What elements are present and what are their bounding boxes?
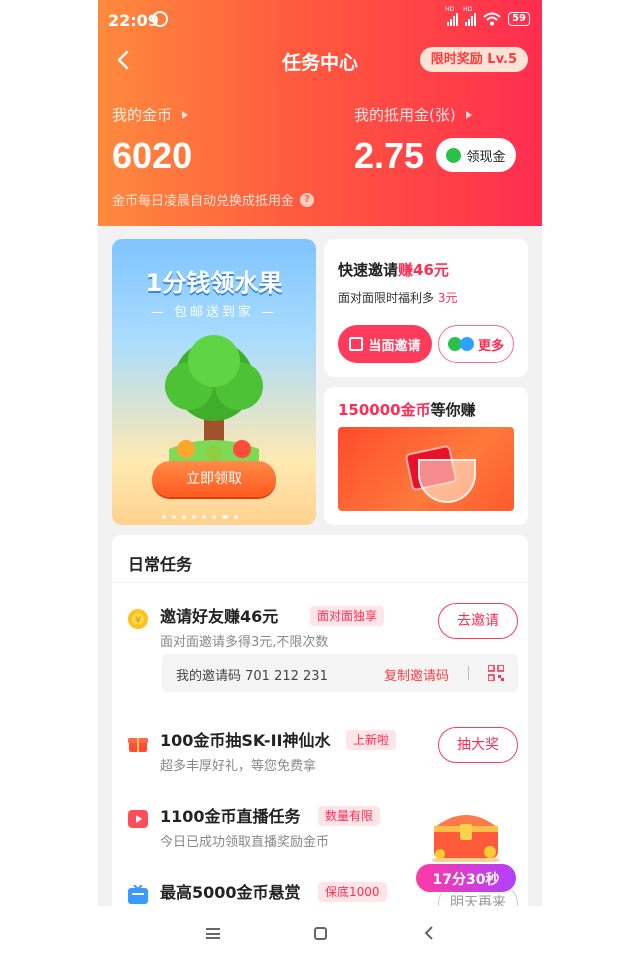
gift-icon [128, 738, 148, 752]
coin-card-title: 150000金币等你赚 [338, 401, 476, 419]
task-badge: 面对面独享 [310, 606, 385, 626]
invite-code: 我的邀请码 701 212 231 [176, 669, 328, 684]
status-bar: 22:09 HD HD 59 [98, 0, 542, 40]
quick-invite-card[interactable]: 快速邀请赚46元 面对面限时福利多 3元 当面邀请 更多 [324, 239, 528, 377]
battery-icon: 59 [508, 12, 530, 26]
home-icon[interactable] [314, 927, 327, 940]
arrow-right-icon [465, 110, 472, 119]
back-nav-icon[interactable] [422, 926, 436, 940]
wifi-icon [483, 12, 501, 26]
fruit-tree-illustration [165, 335, 263, 461]
treasure-chest-widget[interactable]: 17分30秒 [414, 800, 518, 896]
coins-label[interactable]: 我的金币 [112, 104, 189, 125]
treasure-chest-icon [432, 815, 500, 864]
header-hero: 22:09 HD HD 59 任务中心 限时奖励 Lv.5 我的金币 6020 … [98, 0, 542, 226]
coin-icon: ¥ [128, 609, 148, 629]
alarm-icon [152, 11, 168, 27]
daily-tasks-panel: 日常任务 ¥ 邀请好友赚46元 面对面独享 面对面邀请多得3元,不限次数 去邀请… [112, 535, 528, 960]
more-share-button[interactable]: 更多 [438, 325, 514, 363]
signal-icon-2: HD [463, 6, 477, 26]
nav-bar: 任务中心 限时奖励 Lv.5 [98, 40, 542, 80]
countdown-timer: 17分30秒 [414, 862, 518, 894]
invite-card-subtitle: 面对面限时福利多 3元 [338, 291, 458, 305]
svg-text:¥: ¥ [135, 615, 141, 626]
red-envelope-illustration [338, 427, 514, 511]
system-nav-bar [0, 906, 640, 960]
wechat-icon [446, 147, 462, 163]
phone-screen: 22:09 HD HD 59 任务中心 限时奖励 Lv.5 我的金币 6020 … [98, 0, 542, 960]
arrow-right-icon [182, 110, 189, 119]
promo-badge[interactable]: 限时奖励 Lv.5 [419, 47, 528, 72]
divider [468, 666, 469, 680]
task-title: 邀请好友赚46元 [160, 607, 279, 626]
help-icon[interactable]: ? [300, 192, 315, 207]
copy-invite-code-link[interactable]: 复制邀请码 [384, 665, 449, 684]
task-description: 超多丰厚好礼，等您免费拿 [160, 759, 317, 774]
task-description: 面对面邀请多得3元,不限次数 [160, 635, 329, 650]
fruit-banner[interactable]: 1分钱领水果 — 包邮送到家 — 立即领取 [112, 239, 316, 525]
banner-subtitle: — 包邮送到家 — [150, 305, 278, 320]
exchange-note: 金币每日凌晨自动兑换成抵用金 ? [112, 190, 315, 209]
status-icons: HD HD 59 [445, 6, 530, 26]
task-badge: 保底1000 [318, 882, 387, 902]
task-badge: 数量有限 [318, 806, 381, 826]
qr-code-icon[interactable] [488, 665, 504, 681]
task-title: 1100金币直播任务 [160, 807, 301, 826]
glass-icon [418, 459, 476, 503]
invite-code-box: 我的邀请码 701 212 231 复制邀请码 [162, 654, 518, 692]
coin-reward-card[interactable]: 150000金币等你赚 [324, 387, 528, 525]
task-title: 最高5000金币悬赏 [160, 883, 301, 902]
invite-card-title: 快速邀请赚46元 [338, 261, 449, 279]
signal-icon: HD [445, 6, 459, 26]
qq-icon [459, 337, 474, 351]
task-badge: 上新啦 [346, 730, 397, 750]
banner-title: 1分钱领水果 [145, 269, 283, 297]
carousel-dots [162, 515, 238, 519]
divider [112, 582, 528, 583]
live-icon [128, 810, 148, 828]
coins-value: 6020 [112, 135, 193, 176]
get-cash-button[interactable]: 领现金 [436, 138, 516, 172]
voucher-label[interactable]: 我的抵用金(张) [354, 104, 472, 125]
task-item-lottery: 100金币抽SK-II神仙水 上新啦 超多丰厚好礼，等您免费拿 抽大奖 [112, 721, 528, 791]
tv-icon [128, 885, 148, 904]
claim-now-button[interactable]: 立即领取 [152, 461, 276, 497]
face-to-face-invite-button[interactable]: 当面邀请 [338, 325, 432, 363]
task-description: 今日已成功领取直播奖励金币 [160, 835, 330, 850]
draw-prize-button[interactable]: 抽大奖 [438, 727, 518, 763]
qr-code-icon [349, 337, 364, 351]
tasks-heading: 日常任务 [128, 555, 193, 574]
go-invite-button[interactable]: 去邀请 [438, 603, 518, 639]
voucher-value: 2.75 [354, 135, 425, 176]
task-title: 100金币抽SK-II神仙水 [160, 731, 331, 750]
menu-icon[interactable] [206, 928, 220, 939]
